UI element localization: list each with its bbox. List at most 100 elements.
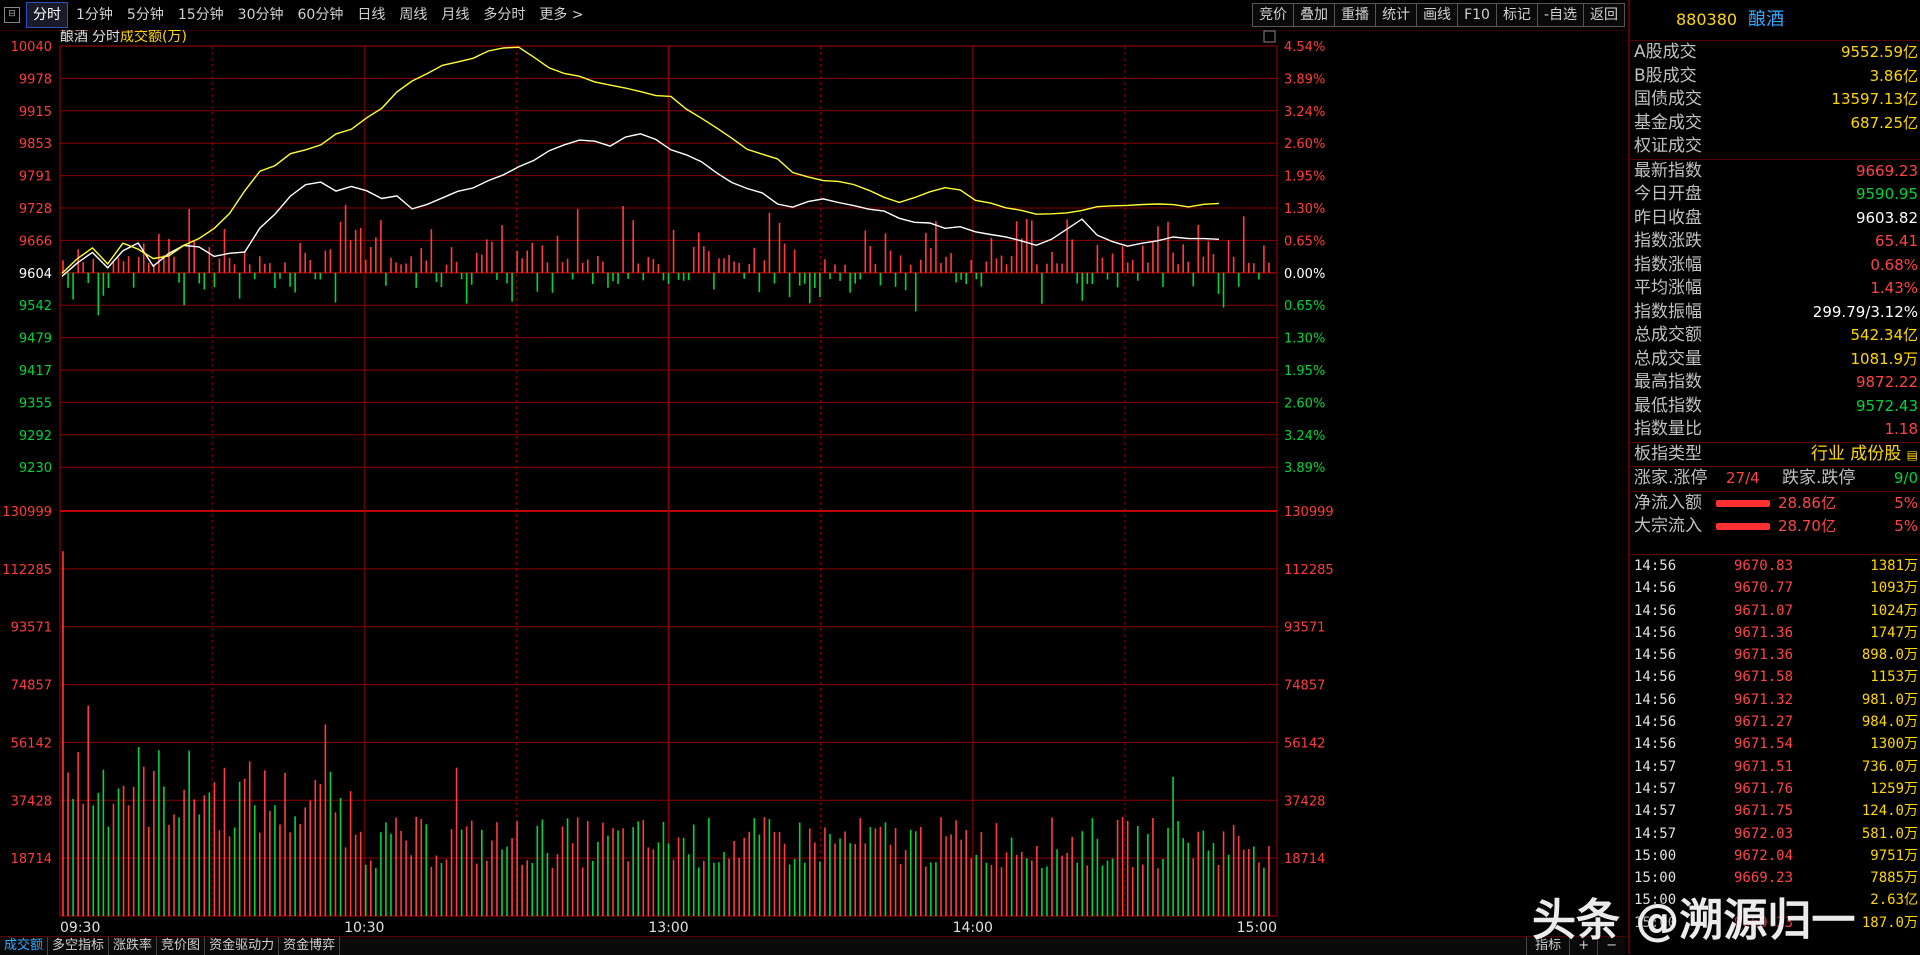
indicator-tab-2[interactable]: 涨跌率 bbox=[109, 937, 158, 955]
watermark: 头条 @溯源归一 bbox=[1532, 895, 1856, 946]
board-type-label: 板指类型 bbox=[1634, 443, 1702, 464]
period-tab-1[interactable]: 1分钟 bbox=[70, 3, 119, 27]
tool-button-1[interactable]: 叠加 bbox=[1293, 3, 1336, 27]
tick-time: 14:57 bbox=[1634, 780, 1677, 797]
indicator-tab-1[interactable]: 多空指标 bbox=[48, 937, 110, 955]
tick-time: 14:57 bbox=[1634, 758, 1677, 775]
market-label: 国债成交 bbox=[1634, 89, 1702, 109]
intraday-chart[interactable]: 酿酒 分时 成交额(万) 10040 4.54% 9978 3.89% 9915 3.24% 98… bbox=[0, 28, 1625, 936]
index-stat-row-11: 指数量比 1.18 bbox=[1630, 418, 1920, 442]
vol-tick: 93571 bbox=[11, 621, 52, 636]
indicator-tab-5[interactable]: 资金博弈 bbox=[279, 937, 341, 955]
tool-button-7[interactable]: -自选 bbox=[1536, 3, 1584, 27]
tick-row: 14:56 9671.32 981.0万 bbox=[1630, 689, 1920, 711]
capital-flow-section: 净流入额 28.86亿 5% 大宗流入 28.70亿 5% bbox=[1630, 490, 1920, 539]
vol-tick-right: 56142 bbox=[1284, 736, 1325, 751]
menu-icon[interactable]: ▤ bbox=[1907, 448, 1918, 462]
tick-row: 14:57 9671.76 1259万 bbox=[1630, 778, 1920, 800]
period-tab-5[interactable]: 60分钟 bbox=[292, 3, 350, 27]
period-tab-4[interactable]: 30分钟 bbox=[232, 3, 290, 27]
market-value: 3.86亿 bbox=[1869, 66, 1918, 85]
tick-row: 14:56 9671.58 1153万 bbox=[1630, 666, 1920, 688]
vol-tick-right: 18714 bbox=[1284, 852, 1325, 867]
price-tick: 9666 bbox=[19, 234, 52, 249]
vol-tick-right: 37428 bbox=[1284, 794, 1325, 809]
period-tab-9[interactable]: 多分时 bbox=[477, 3, 531, 27]
up-value: 27/4 bbox=[1726, 469, 1760, 487]
tick-row: 14:57 9671.75 124.0万 bbox=[1630, 800, 1920, 822]
period-tab-7[interactable]: 周线 bbox=[393, 3, 433, 27]
index-stats-section: 最新指数 9669.23 今日开盘 9590.95 昨日收盘 9603.82 指数涨跌 65.… bbox=[1630, 158, 1920, 442]
index-stat-label: 今日开盘 bbox=[1634, 184, 1702, 204]
flow-label: 净流入额 bbox=[1634, 492, 1702, 513]
board-type-row: 板指类型 行业 成份股 ▤ bbox=[1630, 443, 1920, 467]
tool-button-3[interactable]: 统计 bbox=[1375, 3, 1418, 27]
index-stat-value: 9669.23 bbox=[1855, 161, 1918, 180]
price-tick: 9542 bbox=[19, 299, 52, 314]
tick-volume: 7885万 bbox=[1870, 870, 1918, 887]
price-tick: 9417 bbox=[19, 364, 52, 379]
tool-button-0[interactable]: 竞价 bbox=[1252, 3, 1295, 27]
tick-volume: 1259万 bbox=[1870, 780, 1918, 797]
expand-icon[interactable]: ⊟ bbox=[4, 7, 20, 23]
period-tab-2[interactable]: 5分钟 bbox=[121, 3, 170, 27]
flow-value: 28.86亿 bbox=[1778, 493, 1836, 512]
chart-canvas[interactable]: 酿酒 分时 成交额(万) 10040 4.54% 9978 3.89% 9915 3.24% 98… bbox=[0, 28, 1625, 936]
tick-volume: 898.0万 bbox=[1861, 647, 1918, 664]
up-label: 涨家.涨停 bbox=[1634, 468, 1708, 488]
tick-price: 9671.36 bbox=[1734, 624, 1794, 641]
down-value: 9/0 bbox=[1893, 469, 1918, 487]
index-stat-row-6: 指数振幅 299.79/3.12% bbox=[1630, 301, 1920, 325]
tick-volume: 1381万 bbox=[1870, 558, 1918, 574]
period-tab-10[interactable]: 更多 > bbox=[533, 3, 589, 27]
period-tabs: ⊟ 分时 1分钟 5分钟 15分钟 30分钟 60分钟 日线 周线 月线 多分时 更多 > bbox=[4, 0, 590, 30]
tick-volume: 9751万 bbox=[1870, 847, 1918, 864]
indicator-tab-0[interactable]: 成交额 bbox=[0, 937, 49, 955]
price-tick: 9915 bbox=[19, 105, 52, 120]
market-label: 权证成交 bbox=[1634, 136, 1702, 156]
pct-tick: 1.30% bbox=[1284, 332, 1325, 347]
flow-bar bbox=[1716, 523, 1770, 530]
index-stat-value: 299.79/3.12% bbox=[1812, 302, 1918, 321]
market-row-4: 权证成交 bbox=[1630, 135, 1920, 159]
tool-button-5[interactable]: F10 bbox=[1457, 3, 1497, 27]
time-tick: 14:00 bbox=[953, 920, 993, 936]
index-stat-value: 1.18 bbox=[1884, 420, 1918, 438]
tick-list[interactable]: 14:56 9670.83 1381万 14:56 9670.77 1093万 14:56 9… bbox=[1630, 554, 1920, 934]
tick-volume: 124.0万 bbox=[1861, 803, 1918, 820]
price-tick: 9791 bbox=[19, 170, 52, 185]
indicator-tab-3[interactable]: 竞价图 bbox=[157, 937, 206, 955]
tick-row: 14:56 9671.07 1024万 bbox=[1630, 600, 1920, 622]
index-stat-value: 9590.95 bbox=[1855, 185, 1918, 203]
tick-time: 14:57 bbox=[1634, 803, 1677, 820]
tick-volume: 981.0万 bbox=[1861, 691, 1918, 708]
index-stat-value: 1.43% bbox=[1870, 279, 1918, 297]
tool-button-4[interactable]: 画线 bbox=[1416, 3, 1459, 27]
period-tab-0[interactable]: 分时 bbox=[26, 2, 68, 28]
pct-tick: 0.65% bbox=[1284, 234, 1325, 249]
market-row-2: 国债成交 13597.13亿 bbox=[1630, 88, 1920, 112]
tool-button-6[interactable]: 标记 bbox=[1495, 3, 1538, 27]
board-type-value[interactable]: 行业 成份股 ▤ bbox=[1811, 443, 1918, 468]
vol-tick-right: 93571 bbox=[1284, 621, 1325, 636]
tool-button-2[interactable]: 重播 bbox=[1334, 3, 1377, 27]
period-tab-8[interactable]: 月线 bbox=[435, 3, 475, 27]
tick-price: 9671.07 bbox=[1734, 602, 1794, 619]
vol-tick: 130999 bbox=[2, 505, 52, 520]
index-stat-value: 0.68% bbox=[1870, 255, 1918, 274]
chart-title: 酿酒 bbox=[60, 30, 88, 45]
indicator-tab-4[interactable]: 资金驱动力 bbox=[205, 937, 280, 955]
tool-button-8[interactable]: 返回 bbox=[1583, 3, 1625, 27]
period-tab-3[interactable]: 15分钟 bbox=[172, 3, 230, 27]
pct-tick: 1.95% bbox=[1284, 170, 1325, 185]
pct-tick: 1.30% bbox=[1284, 202, 1325, 217]
index-stat-row-3: 指数涨跌 65.41 bbox=[1630, 230, 1920, 254]
tick-time: 14:57 bbox=[1634, 825, 1677, 842]
pct-tick: 0.65% bbox=[1284, 299, 1325, 314]
period-tab-6[interactable]: 日线 bbox=[351, 3, 391, 27]
market-label: A股成交 bbox=[1634, 42, 1697, 62]
pct-tick: 3.24% bbox=[1284, 429, 1325, 444]
market-row-3: 基金成交 687.25亿 bbox=[1630, 112, 1920, 136]
chart-settings-icon[interactable] bbox=[1263, 30, 1276, 43]
tick-volume: 581.0万 bbox=[1861, 825, 1918, 842]
